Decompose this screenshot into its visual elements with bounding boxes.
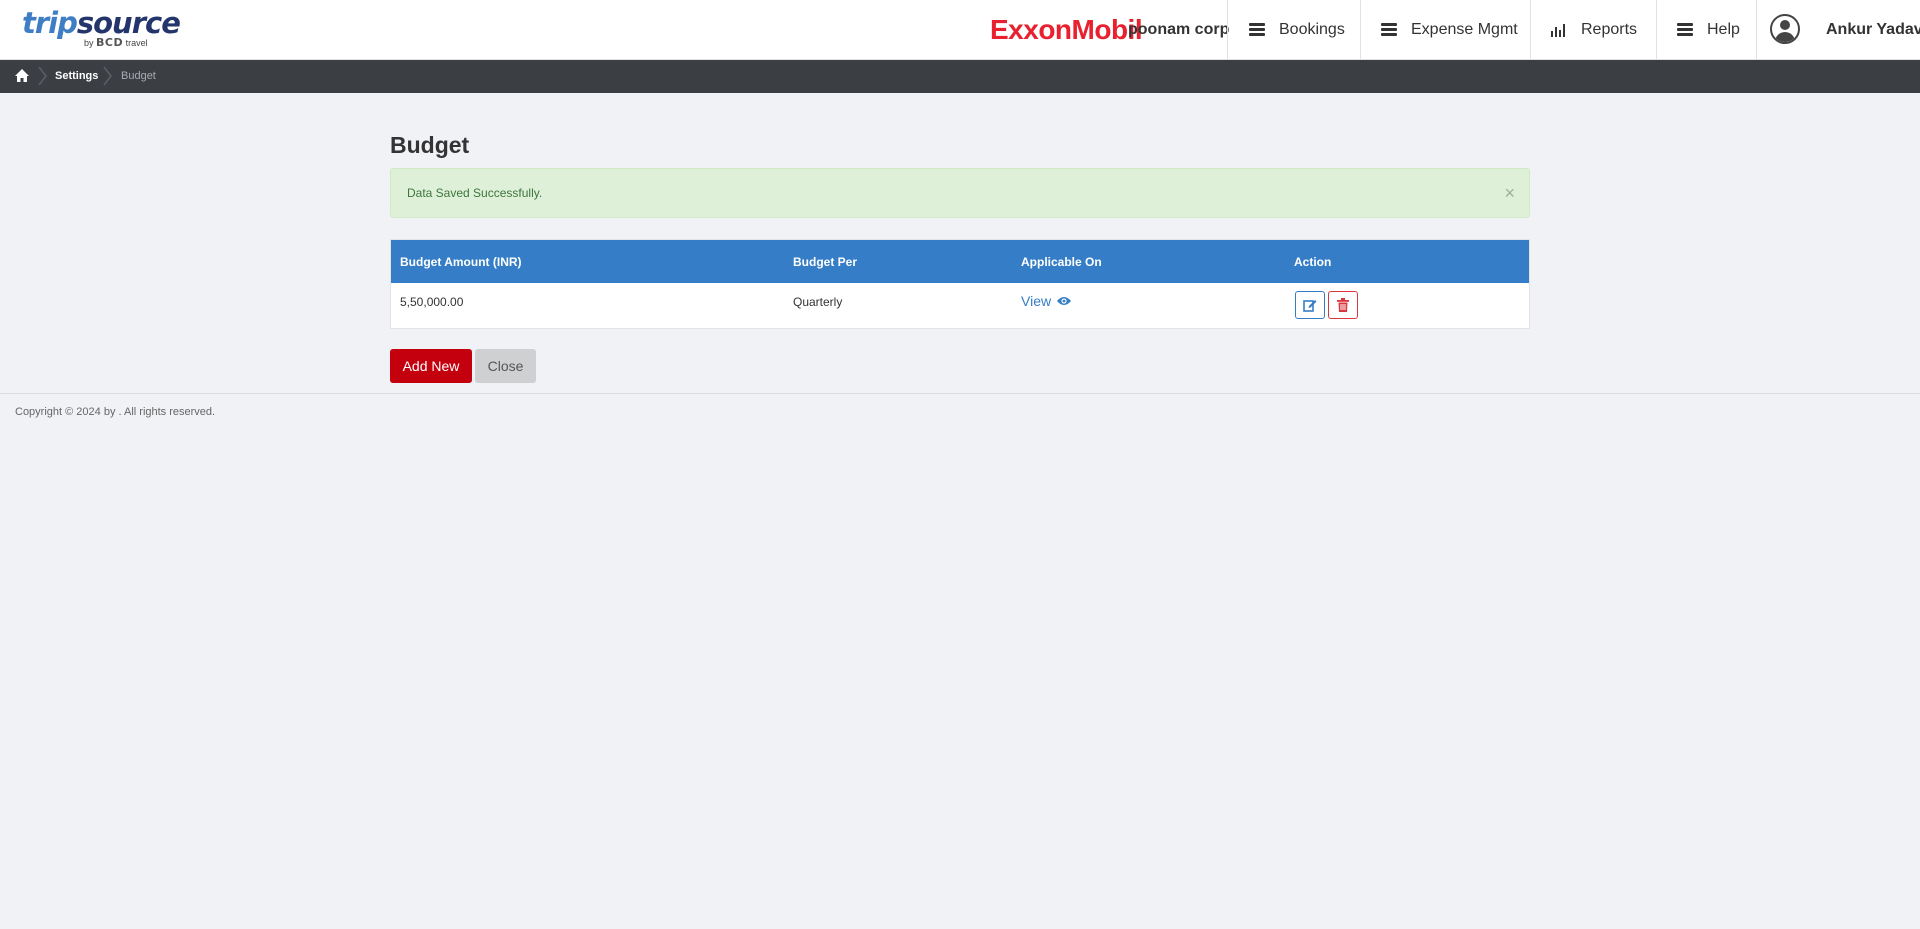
user-name[interactable]: Ankur Yadav (1826, 21, 1920, 39)
top-header: tripsource by BCD travel ExxonMobil poon… (0, 0, 1920, 60)
logo-tagline: by BCD travel (84, 36, 148, 49)
nav-bookings-label: Bookings (1279, 21, 1345, 38)
nav-bookings[interactable]: Bookings (1227, 0, 1360, 60)
nav-reports[interactable]: Reports (1530, 0, 1656, 60)
logo-wordmark: tripsource (22, 6, 181, 40)
close-button[interactable]: Close (475, 349, 536, 383)
column-header-amount: Budget Amount (INR) (400, 255, 522, 269)
corporate-logo: ExxonMobil (990, 14, 1143, 45)
edit-icon (1303, 300, 1317, 312)
menu-icon (1249, 23, 1265, 37)
breadcrumb-settings[interactable]: Settings (55, 70, 98, 82)
chevron-right-icon (103, 66, 112, 86)
user-avatar-icon[interactable] (1770, 14, 1800, 44)
nav-expense-mgmt-label: Expense Mgmt (1411, 21, 1518, 38)
corporate-name: poonam corp (1128, 21, 1230, 38)
nav-help-label: Help (1707, 21, 1740, 38)
view-applicable-link[interactable]: View (1021, 293, 1072, 309)
column-header-applicable-on: Applicable On (1021, 255, 1102, 269)
page-title: Budget (390, 132, 470, 158)
nav-help[interactable]: Help (1656, 0, 1756, 60)
edit-button[interactable] (1295, 291, 1325, 319)
eye-icon (1057, 297, 1072, 305)
budget-table: Budget Amount (INR) Budget Per Applicabl… (390, 239, 1530, 329)
view-link-label: View (1021, 293, 1052, 309)
cell-budget-per: Quarterly (793, 295, 843, 309)
success-alert: Data Saved Successfully. × (390, 168, 1530, 218)
home-icon[interactable] (14, 68, 30, 84)
breadcrumb: Settings Budget (0, 60, 1920, 93)
alert-message: Data Saved Successfully. (407, 186, 543, 200)
table-header: Budget Amount (INR) Budget Per Applicabl… (391, 240, 1529, 283)
footer-divider (0, 393, 1920, 394)
nav-reports-label: Reports (1581, 21, 1638, 38)
breadcrumb-budget: Budget (121, 70, 156, 82)
tripsource-logo[interactable]: tripsource by BCD travel (22, 6, 181, 54)
delete-button[interactable] (1328, 291, 1358, 319)
menu-icon (1677, 23, 1693, 37)
cell-budget-amount: 5,50,000.00 (400, 295, 464, 309)
bar-chart-icon (1551, 23, 1567, 37)
trash-icon (1337, 298, 1349, 312)
column-header-action: Action (1294, 255, 1332, 269)
column-header-budget-per: Budget Per (793, 255, 858, 269)
close-icon[interactable]: × (1504, 184, 1515, 202)
add-new-button[interactable]: Add New (390, 349, 472, 383)
menu-icon (1381, 23, 1397, 37)
chevron-right-icon (38, 66, 47, 86)
nav-expense-mgmt[interactable]: Expense Mgmt (1360, 0, 1530, 60)
copyright-text: Copyright © 2024 by . All rights reserve… (15, 406, 216, 418)
